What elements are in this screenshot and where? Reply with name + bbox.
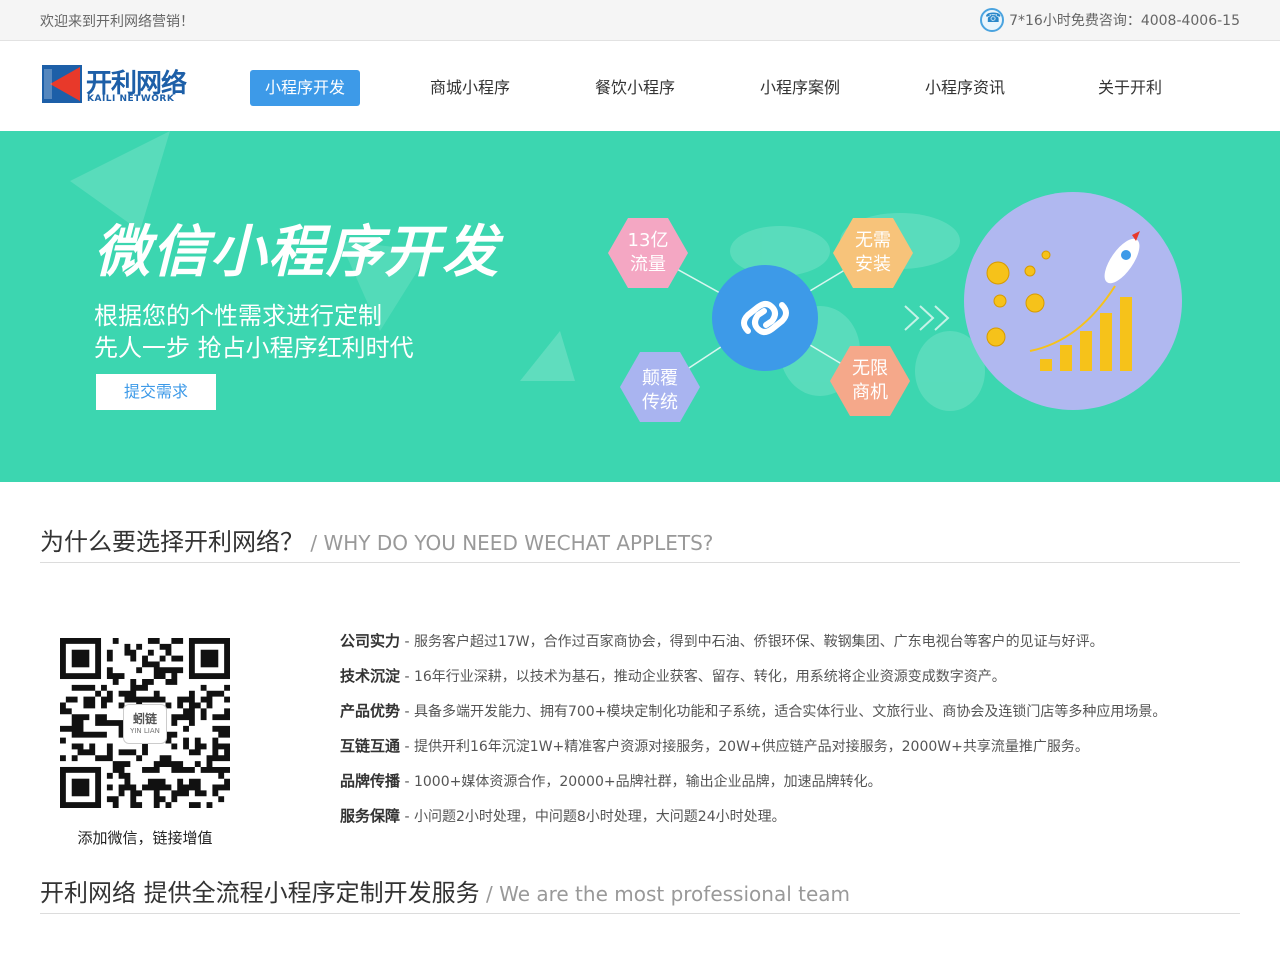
qr-center-sub: YIN LIAN bbox=[130, 727, 160, 735]
hex-label-line: 13亿 bbox=[627, 230, 669, 251]
feature-key: 产品优势 bbox=[340, 702, 401, 720]
feature-key: 服务保障 bbox=[340, 807, 401, 825]
list-item: 品牌传播 - 1000+媒体资源合作，20000+品牌社群，输出企业品牌，加速品… bbox=[340, 770, 1240, 805]
nav-item-about[interactable]: 关于开利 bbox=[1075, 70, 1185, 106]
nav-item-mall-miniprogram[interactable]: 商城小程序 bbox=[415, 70, 525, 106]
hex-label-line: 安装 bbox=[855, 254, 891, 275]
header: 开利网络 KAILI NETWORK 小程序开发 商城小程序 餐饮小程序 小程序… bbox=[0, 41, 1280, 131]
qr-center-logo: 蚓链 YIN LIAN bbox=[123, 704, 167, 744]
hex-label-line: 颠覆 bbox=[642, 368, 678, 389]
feature-list: 公司实力 - 服务客户超过17W，合作过百家商协会，得到中石油、侨银环保、鞍钢集… bbox=[340, 630, 1240, 840]
logo[interactable]: 开利网络 KAILI NETWORK bbox=[42, 63, 192, 105]
submit-request-button[interactable]: 提交需求 bbox=[96, 374, 216, 410]
nav-item-news[interactable]: 小程序资讯 bbox=[910, 70, 1020, 106]
hotline-text: 7*16小时免费咨询：4008-4006-15 bbox=[1009, 13, 1240, 29]
feature-key: 技术沉淀 bbox=[340, 667, 401, 685]
feature-text: - 16年行业深耕，以技术为基石，推动企业获客、留存、转化，用系统将企业资源变成… bbox=[400, 669, 1006, 685]
hex-label-line: 流量 bbox=[630, 254, 666, 275]
hex-label-no-install: 无需 安装 bbox=[833, 229, 913, 277]
hex-label-traffic: 13亿 流量 bbox=[608, 229, 688, 277]
why-title-cn: 为什么要选择开利网络？ bbox=[40, 528, 304, 556]
banner-subtitle-2: 先人一步 抢占小程序红利时代 bbox=[94, 334, 414, 362]
qr-center-name: 蚓链 bbox=[132, 712, 157, 726]
nav-item-miniprogram-dev[interactable]: 小程序开发 bbox=[250, 70, 360, 106]
decor-triangle bbox=[520, 331, 575, 381]
hex-label-disrupt: 颠覆 传统 bbox=[620, 367, 700, 415]
hex-label-line: 商机 bbox=[852, 382, 888, 403]
hero-banner[interactable]: 微信小程序开发 根据您的个性需求进行定制 先人一步 抢占小程序红利时代 提交需求… bbox=[0, 131, 1280, 482]
team-title-en: / We are the most professional team bbox=[479, 882, 851, 906]
team-title-cn: 开利网络 提供全流程小程序定制开发服务 bbox=[40, 879, 480, 907]
miniprogram-icon bbox=[712, 265, 818, 371]
qr-finder bbox=[60, 638, 102, 680]
welcome-text: 欢迎来到开利网络营销！ bbox=[40, 14, 194, 30]
list-item: 公司实力 - 服务客户超过17W，合作过百家商协会，得到中石油、侨银环保、鞍钢集… bbox=[340, 630, 1240, 665]
logo-subtitle: KAILI NETWORK bbox=[87, 94, 175, 104]
hotline[interactable]: 7*16小时免费咨询：4008-4006-15 bbox=[980, 8, 1240, 32]
banner-subtitle-1: 根据您的个性需求进行定制 bbox=[94, 302, 382, 330]
list-item: 互链互通 - 提供开利16年沉淀1W+精准客户资源对接服务，20W+供应链产品对… bbox=[340, 735, 1240, 770]
team-section-heading: 开利网络 提供全流程小程序定制开发服务 / We are the most pr… bbox=[40, 873, 1240, 914]
feature-text: - 具备多端开发能力、拥有700+模块定制化功能和子系统，适合实体行业、文旅行业… bbox=[400, 704, 1167, 720]
top-bar: 欢迎来到开利网络营销！ 7*16小时免费咨询：4008-4006-15 bbox=[0, 0, 1280, 41]
nav-item-catering-miniprogram[interactable]: 餐饮小程序 bbox=[580, 70, 690, 106]
nav-item-cases[interactable]: 小程序案例 bbox=[745, 70, 855, 106]
hex-label-line: 传统 bbox=[642, 392, 678, 413]
list-item: 技术沉淀 - 16年行业深耕，以技术为基石，推动企业获客、留存、转化，用系统将企… bbox=[340, 665, 1240, 700]
logo-mark-icon bbox=[42, 65, 82, 103]
qr-finder bbox=[60, 766, 102, 808]
qr-finder bbox=[188, 638, 230, 680]
hex-label-opportunity: 无限 商机 bbox=[830, 357, 910, 405]
qr-caption: 添加微信，链接增值 bbox=[77, 829, 213, 847]
list-item: 服务保障 - 小问题2小时处理，中问题8小时处理，大问题24小时处理。 bbox=[340, 805, 1240, 840]
feature-text: - 提供开利16年沉淀1W+精准客户资源对接服务，20W+供应链产品对接服务，2… bbox=[400, 739, 1089, 755]
banner-title: 微信小程序开发 bbox=[94, 220, 500, 285]
list-item: 产品优势 - 具备多端开发能力、拥有700+模块定制化功能和子系统，适合实体行业… bbox=[340, 700, 1240, 735]
hex-label-line: 无限 bbox=[852, 358, 888, 379]
feature-text: - 1000+媒体资源合作，20000+品牌社群，输出企业品牌，加速品牌转化。 bbox=[400, 774, 882, 790]
why-section-heading: 为什么要选择开利网络？ / WHY DO YOU NEED WECHAT APP… bbox=[40, 522, 1240, 563]
phone-icon bbox=[980, 8, 1005, 32]
why-title-en: / WHY DO YOU NEED WECHAT APPLETS? bbox=[304, 531, 714, 555]
feature-key: 品牌传播 bbox=[340, 772, 401, 790]
feature-key: 公司实力 bbox=[340, 632, 401, 650]
hex-label-line: 无需 bbox=[855, 230, 891, 251]
feature-text: - 小问题2小时处理，中问题8小时处理，大问题24小时处理。 bbox=[400, 809, 786, 825]
feature-key: 互链互通 bbox=[340, 737, 401, 755]
feature-text: - 服务客户超过17W，合作过百家商协会，得到中石油、侨银环保、鞍钢集团、广东电… bbox=[400, 634, 1104, 650]
